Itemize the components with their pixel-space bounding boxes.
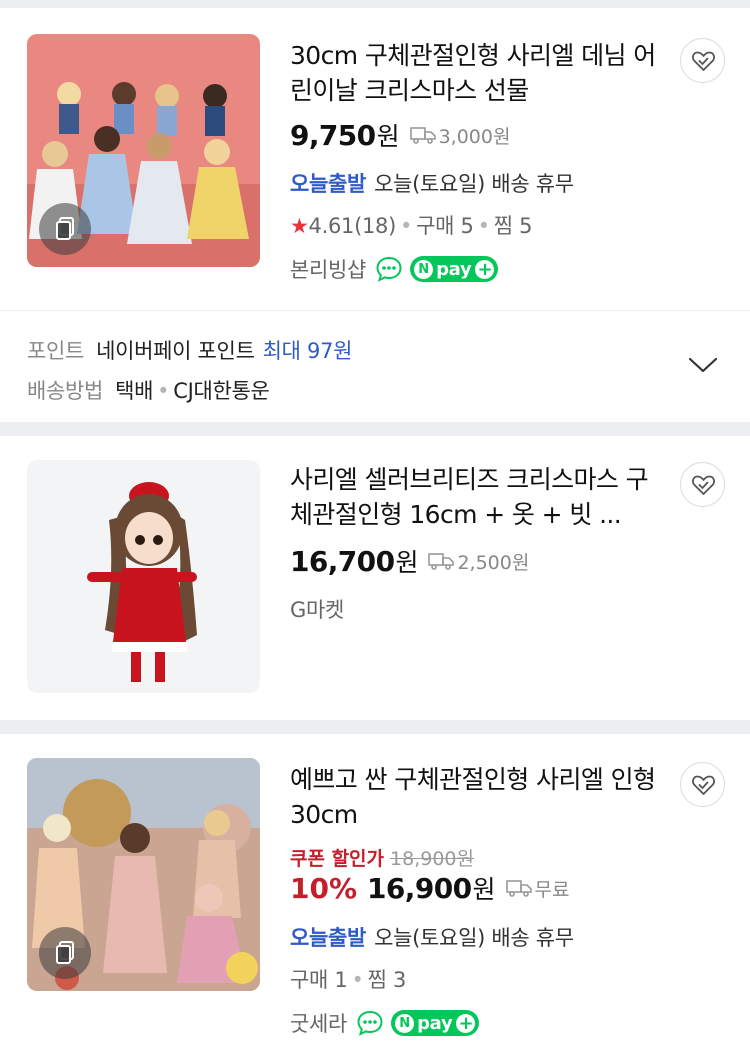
seller-row: 굿세라 Npay + <box>290 1008 480 1038</box>
chevron-down-icon[interactable] <box>688 356 718 374</box>
wish-count: 찜 5 <box>493 214 533 238</box>
npay-logo: Npay + <box>410 256 499 282</box>
today-tag: 오늘출발 <box>290 926 367 950</box>
npay-label: pay <box>436 258 472 280</box>
seller-name[interactable]: G마켓 <box>290 594 344 624</box>
today-tag: 오늘출발 <box>290 172 367 196</box>
shipping-fee-text: 2,500원 <box>457 551 530 574</box>
shipping-fee: 2,500원 <box>428 548 529 575</box>
star-icon: ★ <box>290 214 309 238</box>
delivery-row: 배송방법 택배 • CJ대한통운 <box>27 375 270 405</box>
purchase-count: 구매 1 <box>290 968 348 992</box>
product-card-2[interactable]: 사리엘 셀러브리티즈 크리스마스 구체관절인형 16cm + 옷 + 빗 ...… <box>0 436 750 720</box>
original-price: 18,900원 <box>390 848 474 870</box>
point-max: 최대 97원 <box>262 339 353 363</box>
currency: 원 <box>395 548 419 577</box>
product-title[interactable]: 사리엘 셀러브리티즈 크리스마스 구체관절인형 16cm + 옷 + 빗 ... <box>290 462 662 532</box>
seller-row: 본리빙샵 Npay + <box>290 254 499 284</box>
product-card-1[interactable]: 30cm 구체관절인형 사리엘 데님 어린이날 크리스마스 선물 9,750 원… <box>0 8 750 310</box>
product-image-3[interactable] <box>27 758 260 991</box>
product-card-3[interactable]: 예쁘고 싼 구체관절인형 사리엘 인형 30cm 쿠폰 할인가 18,900원 1… <box>0 734 750 1059</box>
dot-separator: • <box>477 214 490 238</box>
shipping-fee: 무료 <box>505 875 570 902</box>
price-row: 9,750 원 3,000원 <box>290 118 510 152</box>
npay-logo: Npay + <box>391 1010 480 1036</box>
shipping-fee-text: 3,000원 <box>438 125 511 148</box>
today-delivery: 오늘출발 오늘(토요일) 배송 휴무 <box>290 168 574 198</box>
price: 9,750 <box>290 118 376 152</box>
discount-rate: 10% <box>290 871 358 905</box>
dot-separator: • <box>351 968 364 992</box>
point-row: 포인트 네이버페이 포인트 최대 97원 <box>27 335 352 365</box>
talk-icon[interactable] <box>376 256 402 282</box>
product-image-1[interactable] <box>27 34 260 267</box>
heart-check-icon[interactable] <box>680 762 725 807</box>
stats-row: 구매 1 • 찜 3 <box>290 964 406 994</box>
multi-image-icon <box>39 927 91 979</box>
heart-check-icon[interactable] <box>680 462 725 507</box>
multi-image-icon <box>39 203 91 255</box>
delivery-carrier: CJ대한통운 <box>173 379 270 403</box>
seller-row: G마켓 <box>290 594 344 624</box>
today-text: 오늘(토요일) 배송 휴무 <box>374 926 574 950</box>
coupon-row: 쿠폰 할인가 18,900원 <box>290 844 474 871</box>
point-key: 포인트 <box>27 339 85 363</box>
dot-separator: • <box>400 214 413 238</box>
price-row: 10% 16,900 원 무료 <box>290 871 569 905</box>
stats-row: ★4.61(18) • 구매 5 • 찜 5 <box>290 210 532 240</box>
talk-icon[interactable] <box>357 1010 383 1036</box>
truck-icon <box>409 127 436 144</box>
review-count[interactable]: (18) <box>354 214 396 238</box>
shipping-fee-text: 무료 <box>534 878 570 901</box>
truck-icon <box>428 553 455 570</box>
price: 16,700 <box>290 544 395 578</box>
price: 16,900 <box>367 871 472 905</box>
product-image-2[interactable] <box>27 460 260 693</box>
product-extra-info[interactable]: 포인트 네이버페이 포인트 최대 97원 배송방법 택배 • CJ대한통운 <box>0 310 750 422</box>
rating: 4.61 <box>308 214 355 238</box>
product-title[interactable]: 예쁘고 싼 구체관절인형 사리엘 인형 30cm <box>290 762 662 832</box>
purchase-count: 구매 5 <box>416 214 474 238</box>
section-divider <box>0 720 750 734</box>
price-row: 16,700 원 2,500원 <box>290 544 529 578</box>
truck-icon <box>505 880 532 897</box>
currency: 원 <box>376 122 400 151</box>
seller-name[interactable]: 굿세라 <box>290 1008 347 1038</box>
today-delivery: 오늘출발 오늘(토요일) 배송 휴무 <box>290 922 574 952</box>
currency: 원 <box>472 875 496 904</box>
top-divider <box>0 0 750 8</box>
coupon-tag: 쿠폰 할인가 <box>290 848 385 870</box>
seller-name[interactable]: 본리빙샵 <box>290 254 366 284</box>
npay-label: pay <box>417 1012 453 1034</box>
delivery-val: 택배 <box>115 379 154 403</box>
point-val: 네이버페이 포인트 <box>96 339 255 363</box>
product-title[interactable]: 30cm 구체관절인형 사리엘 데님 어린이날 크리스마스 선물 <box>290 38 662 108</box>
delivery-key: 배송방법 <box>27 379 104 403</box>
heart-check-icon[interactable] <box>680 38 725 83</box>
today-text: 오늘(토요일) 배송 휴무 <box>374 172 574 196</box>
shipping-fee: 3,000원 <box>409 122 511 149</box>
dot-separator: • <box>157 379 170 403</box>
section-divider <box>0 422 750 436</box>
wish-count: 찜 3 <box>367 968 407 992</box>
